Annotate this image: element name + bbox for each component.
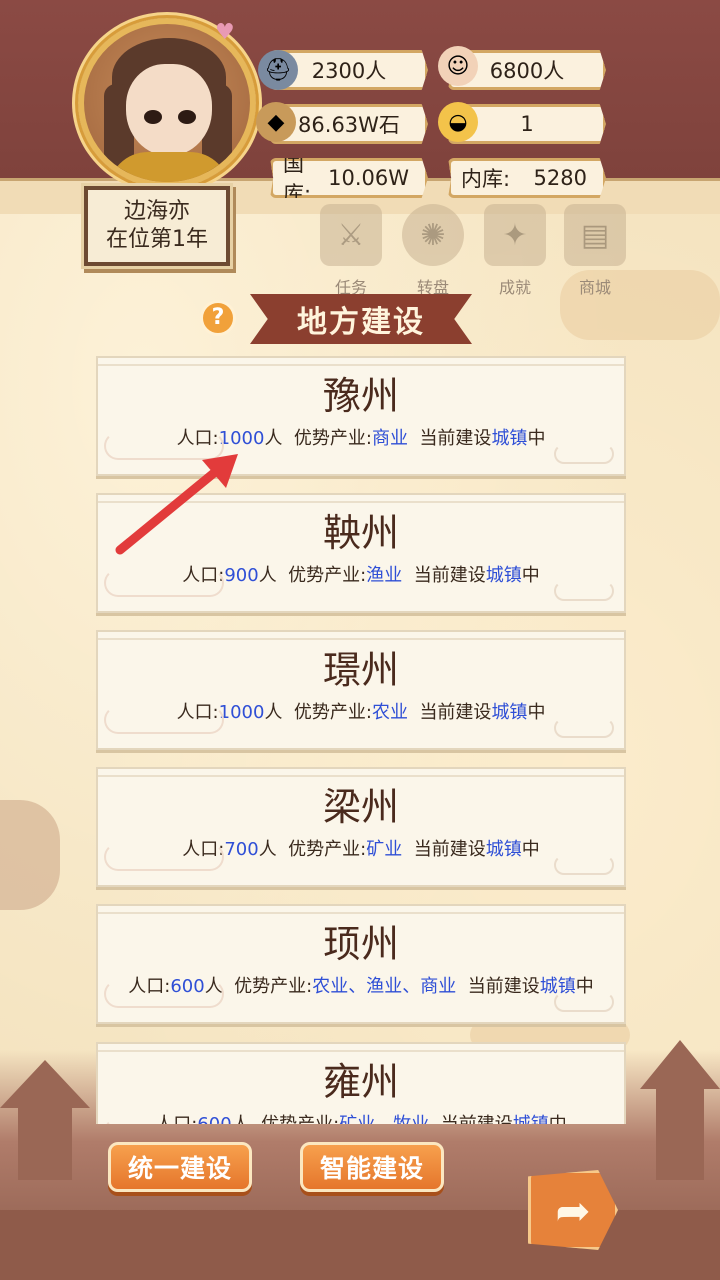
treasury-counter: 国库: 10.06W xyxy=(270,158,428,198)
industry-value: 农业、渔业、商业 xyxy=(312,976,457,997)
card-swirl-decoration xyxy=(104,569,224,597)
player-name-plaque: 边海亦 在位第1年 xyxy=(84,186,230,266)
unified-build-label: 统一建设 xyxy=(127,1154,232,1183)
cannon-icon: ⚔ xyxy=(320,204,382,266)
building-value: 城镇 xyxy=(491,702,528,723)
building-label: 当前建设 xyxy=(413,839,486,860)
menu-tasks[interactable]: ⚔ 任务 xyxy=(312,204,390,297)
menu-label: 商城 xyxy=(578,278,611,297)
card-swirl-decoration xyxy=(104,843,224,871)
province-name: 豫州 xyxy=(322,374,399,418)
card-swirl-decoration xyxy=(104,1118,224,1124)
population-unit: 人 xyxy=(258,839,277,860)
smart-build-button[interactable]: 智能建设 xyxy=(300,1142,444,1192)
building-label: 当前建设 xyxy=(441,1114,513,1124)
population-value: 1000 xyxy=(218,428,265,449)
province-name: 雍州 xyxy=(322,1060,399,1104)
card-swirl-decoration xyxy=(554,444,614,464)
province-name: 璟州 xyxy=(322,648,399,692)
menu-shop[interactable]: ▤ 商城 xyxy=(556,204,634,297)
grain-sack-icon: ◆ xyxy=(256,102,296,142)
province-card[interactable]: 璟州 人口:1000人 优势产业:农业 当前建设城镇中 xyxy=(96,630,626,750)
population-value: 900 xyxy=(224,565,259,586)
gold-value: 1 xyxy=(520,112,534,136)
player-name: 边海亦 xyxy=(123,199,190,224)
building-suffix: 中 xyxy=(521,565,540,586)
avatar-face xyxy=(126,64,212,156)
avatar-eye xyxy=(178,110,196,124)
province-card[interactable]: 顼州 人口:600人 优势产业:农业、渔业、商业 当前建设城镇中 xyxy=(96,904,626,1024)
inner-treasury-label: 内库: xyxy=(461,167,511,191)
treasury-value: 10.06W xyxy=(328,166,409,190)
building-suffix: 中 xyxy=(549,1114,567,1124)
gold-ingot-icon: ◒ xyxy=(438,102,478,142)
population-value: 700 xyxy=(224,839,259,860)
industry-label: 优势产业: xyxy=(288,565,367,586)
red-arrow-annotation xyxy=(115,454,238,555)
card-swirl-decoration xyxy=(554,581,614,601)
province-card[interactable]: 梁州 人口:700人 优势产业:矿业 当前建设城镇中 xyxy=(96,767,626,887)
industry-value: 矿业 xyxy=(366,839,403,860)
building-value: 城镇 xyxy=(485,565,522,586)
population-unit: 人 xyxy=(232,1114,250,1124)
card-swirl-decoration xyxy=(554,992,614,1012)
industry-label: 优势产业: xyxy=(288,839,367,860)
grain-value: 86.63W石 xyxy=(298,113,400,137)
section-title: 地方建设 xyxy=(297,305,425,340)
mountain-decoration xyxy=(0,800,60,910)
industry-value: 农业 xyxy=(371,702,408,723)
trophy-icon: ✦ xyxy=(484,204,546,266)
building-value: 城镇 xyxy=(491,428,528,449)
wheel-icon: ✺ xyxy=(402,204,464,266)
curved-arrow-icon: ➦ xyxy=(555,1185,591,1235)
province-name: 顼州 xyxy=(322,922,399,966)
menu-achievements[interactable]: ✦ 成就 xyxy=(476,204,554,297)
industry-label: 优势产业: xyxy=(293,702,372,723)
building-label: 当前建设 xyxy=(413,565,486,586)
heart-icon: ♥ xyxy=(215,20,235,45)
section-title-banner: 地方建设 xyxy=(250,294,472,344)
shop-icon: ▤ xyxy=(564,204,626,266)
industry-value: 矿业、牧业 xyxy=(339,1114,429,1124)
menu-wheel[interactable]: ✺ 转盘 xyxy=(394,204,472,297)
avatar-eye xyxy=(144,110,162,124)
building-value: 城镇 xyxy=(485,839,522,860)
soldiers-value: 2300人 xyxy=(311,59,387,83)
province-card[interactable]: 雍州 人口:600人 优势产业:矿业、牧业 当前建设城镇中 xyxy=(96,1042,626,1124)
building-label: 当前建设 xyxy=(419,702,492,723)
industry-value: 渔业 xyxy=(366,565,403,586)
menu-label: 成就 xyxy=(498,278,531,297)
population-value: 1000 xyxy=(218,702,265,723)
population-unit: 人 xyxy=(258,565,277,586)
help-button[interactable]: ? xyxy=(200,300,236,336)
building-value: 城镇 xyxy=(513,1114,549,1124)
province-name: 梁州 xyxy=(322,785,399,829)
inner-treasury-value: 5280 xyxy=(533,166,587,190)
inner-treasury-counter: 内库: 5280 xyxy=(448,158,606,198)
industry-label: 优势产业: xyxy=(261,1114,339,1124)
card-swirl-decoration xyxy=(554,718,614,738)
unified-build-button[interactable]: 统一建设 xyxy=(108,1142,252,1192)
industry-value: 商业 xyxy=(371,428,408,449)
card-swirl-decoration xyxy=(104,706,224,734)
reign-year: 在位第1年 xyxy=(106,227,208,252)
card-swirl-decoration xyxy=(554,855,614,875)
people-value: 6800人 xyxy=(489,59,565,83)
building-suffix: 中 xyxy=(521,839,540,860)
industry-label: 优势产业: xyxy=(234,976,313,997)
smart-build-label: 智能建设 xyxy=(319,1154,424,1183)
soldier-helmet-icon: ⛑ xyxy=(258,50,298,90)
building-suffix: 中 xyxy=(527,702,546,723)
building-suffix: 中 xyxy=(527,428,546,449)
population-unit: 人 xyxy=(264,428,283,449)
industry-label: 优势产业: xyxy=(293,428,372,449)
citizen-icon: ☺ xyxy=(438,46,478,86)
building-label: 当前建设 xyxy=(419,428,492,449)
population-unit: 人 xyxy=(264,702,283,723)
card-swirl-decoration xyxy=(104,980,224,1008)
building-label: 当前建设 xyxy=(467,976,540,997)
